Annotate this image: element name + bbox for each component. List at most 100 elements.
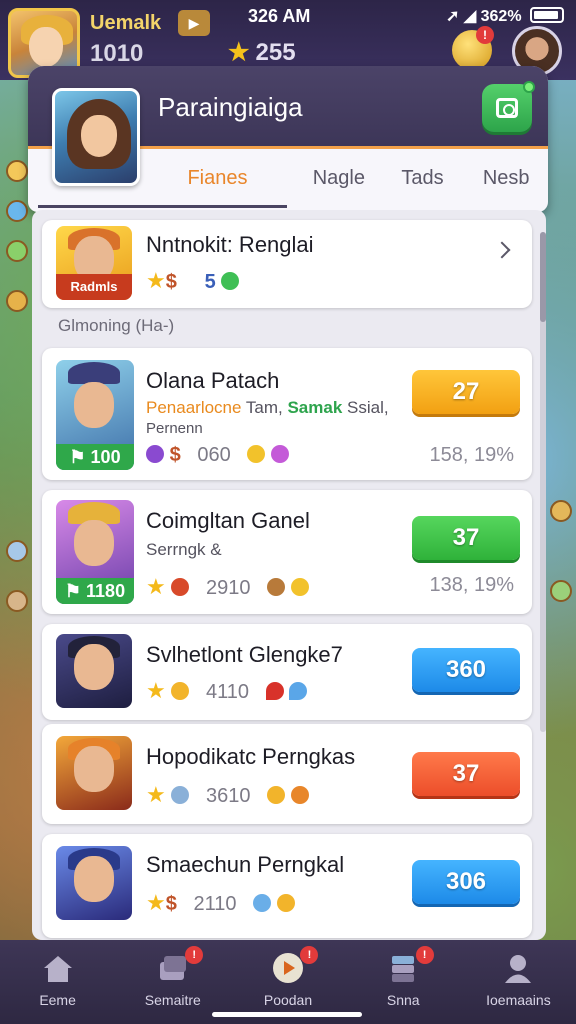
star-icon: ★: [146, 782, 166, 807]
section-label: Glmoning (Ha-): [58, 316, 175, 335]
featured-thumb-label: Radmls: [56, 274, 132, 300]
list-item[interactable]: Hopodikatc Perngkas ★ 3610 37: [42, 724, 532, 824]
coin-bell-icon[interactable]: !: [452, 26, 494, 70]
gold-coin-icon: [276, 894, 295, 912]
side-scroll-icon[interactable]: [6, 590, 28, 612]
item-name: Svlhetlont Glengke7: [146, 642, 343, 667]
panel-title: Paraingiaiga: [158, 92, 303, 122]
nav-stack[interactable]: ! Snna: [346, 940, 461, 1024]
list-item[interactable]: ⚑ 1180 Coimgltan Ganel Serrngk & ★ 2910 …: [42, 490, 532, 614]
nav-label: Snna: [386, 992, 420, 1008]
item-subtitle: Serrngk &: [146, 540, 222, 559]
tab-nagle[interactable]: Nagle: [297, 150, 381, 208]
price-button[interactable]: 37: [412, 516, 520, 560]
blue-coin-icon: [171, 786, 190, 804]
price-button[interactable]: 360: [412, 648, 520, 692]
gold-coin-icon: [247, 445, 266, 463]
featured-thumbnail: Radmls: [56, 226, 132, 300]
price-button[interactable]: 27: [412, 370, 520, 414]
price-button[interactable]: 306: [412, 860, 520, 904]
battery-icon: [530, 7, 564, 23]
bronze-coin-icon: [267, 578, 286, 596]
star-counter: ★ 255: [228, 38, 296, 67]
notification-badge: !: [415, 946, 434, 964]
star-icon: ★: [228, 39, 250, 66]
item-subtitle: Penaarlocne Tam, Samak Ssial,: [146, 398, 389, 417]
stack-icon: [392, 956, 415, 982]
gold-coin-icon: [267, 786, 286, 804]
nav-label: Eeme: [39, 992, 76, 1008]
fire-gem-icon: [171, 578, 190, 596]
nav-profile[interactable]: Ioemaains: [461, 940, 576, 1024]
featured-card[interactable]: Radmls Nntnokit: Renglai ★$ 5: [42, 220, 532, 308]
blue-drop-icon: [253, 894, 272, 912]
scrollbar-thumb[interactable]: [540, 232, 546, 322]
item-stats: $ 060: [146, 444, 289, 467]
item-stats: ★ 3610: [146, 782, 309, 808]
item-thumb-value: ⚑ 1180: [56, 578, 134, 604]
item-stats: ★ 2910: [146, 574, 309, 600]
nav-label: Poodan: [263, 992, 313, 1008]
item-name: Coimgltan Ganel: [146, 508, 310, 533]
home-icon: [43, 956, 72, 982]
star-icon: ★: [146, 678, 166, 703]
list-item[interactable]: ⚑ 100 Olana Patach Penaarlocne Tam, Sama…: [42, 348, 532, 480]
item-stats: ★ 4110: [146, 678, 308, 704]
orange-coin-icon: [290, 786, 309, 804]
item-percentage: 158, 19%: [429, 444, 514, 466]
side-flag-icon[interactable]: [550, 500, 572, 522]
purple-coin-icon: [270, 445, 289, 463]
share-button[interactable]: [482, 81, 535, 132]
tab-tads[interactable]: Tads: [381, 150, 465, 208]
nav-home[interactable]: Eeme: [0, 940, 115, 1024]
item-name: Olana Patach: [146, 368, 280, 393]
status-time: 326 AM: [248, 6, 311, 26]
featured-stats: ★$ 5: [146, 268, 240, 294]
star-icon: ★: [146, 268, 166, 293]
player-name: Uemalk: [90, 12, 162, 34]
player-level: 1010: [90, 40, 144, 67]
item-thumbnail: [56, 634, 132, 708]
list-item[interactable]: Smaechun Perngkal ★$ 2110 306: [42, 834, 532, 938]
play-icon[interactable]: ▶: [178, 10, 210, 36]
item-thumbnail: ⚑ 1180: [56, 500, 134, 604]
nav-label: Ioemaains: [486, 992, 551, 1008]
gold-coin-icon: [171, 682, 190, 700]
item-thumb-value: ⚑ 100: [56, 444, 134, 470]
green-gem-icon: [221, 272, 240, 290]
signal-battery-text: ➚ ◢ 362%: [446, 8, 522, 25]
side-gem-icon[interactable]: [6, 200, 28, 222]
camera-share-icon: [496, 98, 518, 118]
purple-gem-icon: [146, 445, 164, 463]
item-stats: ★$ 2110: [146, 890, 295, 916]
price-button[interactable]: 37: [412, 752, 520, 796]
item-name: Hopodikatc Perngkas: [146, 744, 356, 769]
item-thumbnail: [56, 736, 132, 810]
star-count: 255: [255, 39, 296, 66]
hero-portrait[interactable]: [52, 88, 140, 186]
gold-coin-icon: [290, 578, 309, 596]
notification-badge: !: [300, 946, 319, 964]
home-indicator[interactable]: [212, 1012, 362, 1017]
side-shield-icon[interactable]: [6, 240, 28, 262]
item-thumbnail: ⚑ 100: [56, 360, 134, 470]
item-subtitle-line2: Pernenn: [146, 420, 203, 437]
side-map-icon[interactable]: [6, 540, 28, 562]
item-thumbnail: [56, 846, 132, 920]
star-icon: ★: [146, 574, 166, 599]
chevron-right-icon[interactable]: [493, 241, 511, 259]
side-bag-icon[interactable]: [550, 580, 572, 602]
side-gift-icon[interactable]: [6, 290, 28, 312]
blue-drop-icon: [289, 682, 308, 700]
list-item[interactable]: Svlhetlont Glengke7 ★ 4110 360: [42, 624, 532, 720]
item-name: Smaechun Perngkal: [146, 852, 345, 877]
star-icon: ★: [146, 890, 166, 915]
profile-icon: [505, 955, 532, 983]
status-indicators: ➚ ◢ 362%: [446, 6, 564, 26]
notification-badge: !: [185, 946, 204, 964]
item-percentage: 138, 19%: [429, 574, 514, 596]
tab-nesb[interactable]: Nesb: [464, 150, 548, 208]
online-dot-icon: [523, 81, 535, 93]
red-drop-icon: [265, 682, 284, 700]
side-coin-icon[interactable]: [6, 160, 28, 182]
